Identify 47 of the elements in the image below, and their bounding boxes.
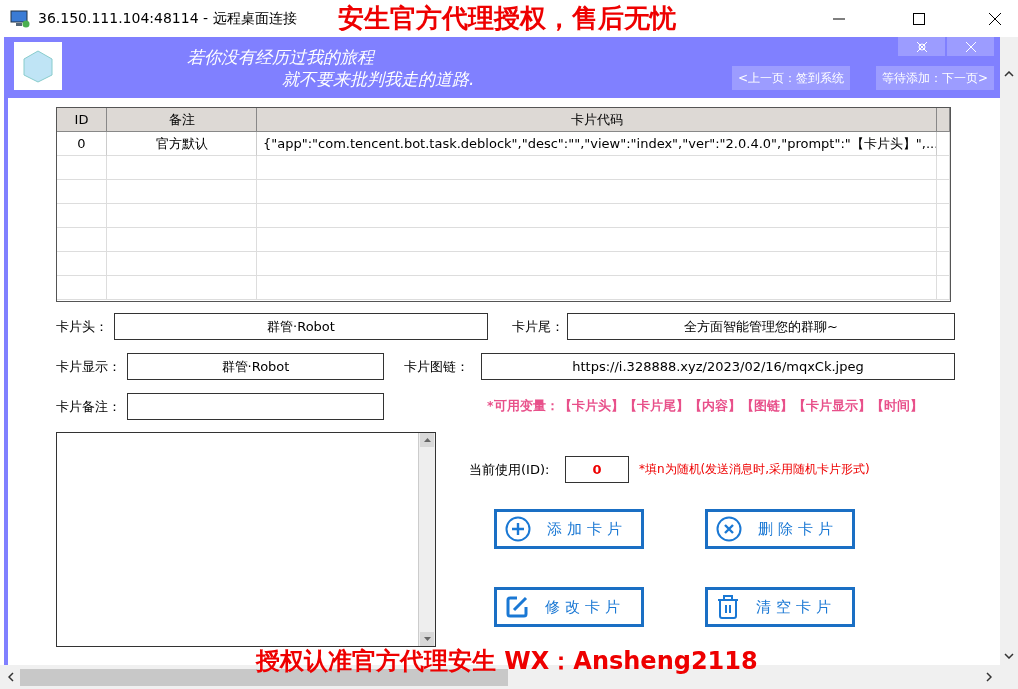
action-button[interactable]: 添加卡片 [494,509,644,549]
maximize-icon[interactable] [913,12,925,25]
action-button[interactable]: 删除卡片 [705,509,855,549]
field-label: 卡片头： [56,317,109,336]
minimize-icon[interactable] [833,17,845,20]
scroll-up-icon[interactable] [1004,71,1014,77]
id-input-field[interactable]: 0 [565,456,629,483]
edit-icon [505,595,529,619]
scroll-right-icon[interactable] [986,672,992,682]
close-icon[interactable] [989,12,1001,25]
input-field[interactable]: 群管·Robot [114,313,488,340]
column-header: 备注 [107,108,257,132]
table-cell: 官方默认 [107,132,257,156]
input-field[interactable] [127,393,384,420]
motto-text: 若你没有经历过我的旅程 [187,46,377,68]
table-cell: 0 [57,132,107,156]
field-label: 卡片显示： [56,357,122,376]
field-label: 卡片图链： [404,357,470,376]
field-label: 卡片尾： [512,317,565,336]
currency-sign-icon [916,41,927,52]
scroll-down-icon[interactable] [1004,653,1014,659]
input-field[interactable]: 全方面智能管理您的群聊~ [567,313,955,340]
column-header: ID [57,108,107,132]
window-title: 36.150.111.104:48114 - 远程桌面连接 [38,9,298,28]
table-cell: {"app":"com.tencent.bot.task.deblock","desc":"","view":"index","ver":"2.0.4.0","prompt":"【卡片头】",... [257,132,937,156]
input-field[interactable]: 群管·Robot [127,353,384,380]
plus-circle-icon [505,516,531,542]
close-icon [965,41,976,52]
field-label: 卡片备注： [56,397,122,416]
column-header: 卡片代码 [257,108,937,132]
id-hint: *填n为随机(发送消息时,采用随机卡片形式) [639,461,870,478]
variables-hint: *可用变量：【卡片头】【卡片尾】【内容】【图链】【卡片显示】【时间】 [487,398,923,415]
action-button[interactable]: 修改卡片 [494,587,644,627]
scroll-left-icon[interactable] [8,672,14,682]
logo-icon [14,42,62,90]
action-button[interactable]: 清空卡片 [705,587,855,627]
trash-icon [716,594,740,620]
field-label: 当前使用(ID): [469,460,551,479]
promo-text: 授权认准官方代理安生 WX：Ansheng2118 [256,646,758,677]
nav-button[interactable]: <上一页：签到系统 [731,66,850,90]
remote-desktop-icon [10,9,30,28]
nav-button[interactable]: 等待添加：下一页> [875,66,994,90]
promo-text: 安生官方代理授权，售后无忧 [338,2,677,35]
motto-text: 就不要来批判我走的道路. [282,68,475,90]
close-circle-icon [716,516,742,542]
header-filler [937,108,950,132]
input-field[interactable]: https://i.328888.xyz/2023/02/16/mqxCk.jpeg [481,353,955,380]
